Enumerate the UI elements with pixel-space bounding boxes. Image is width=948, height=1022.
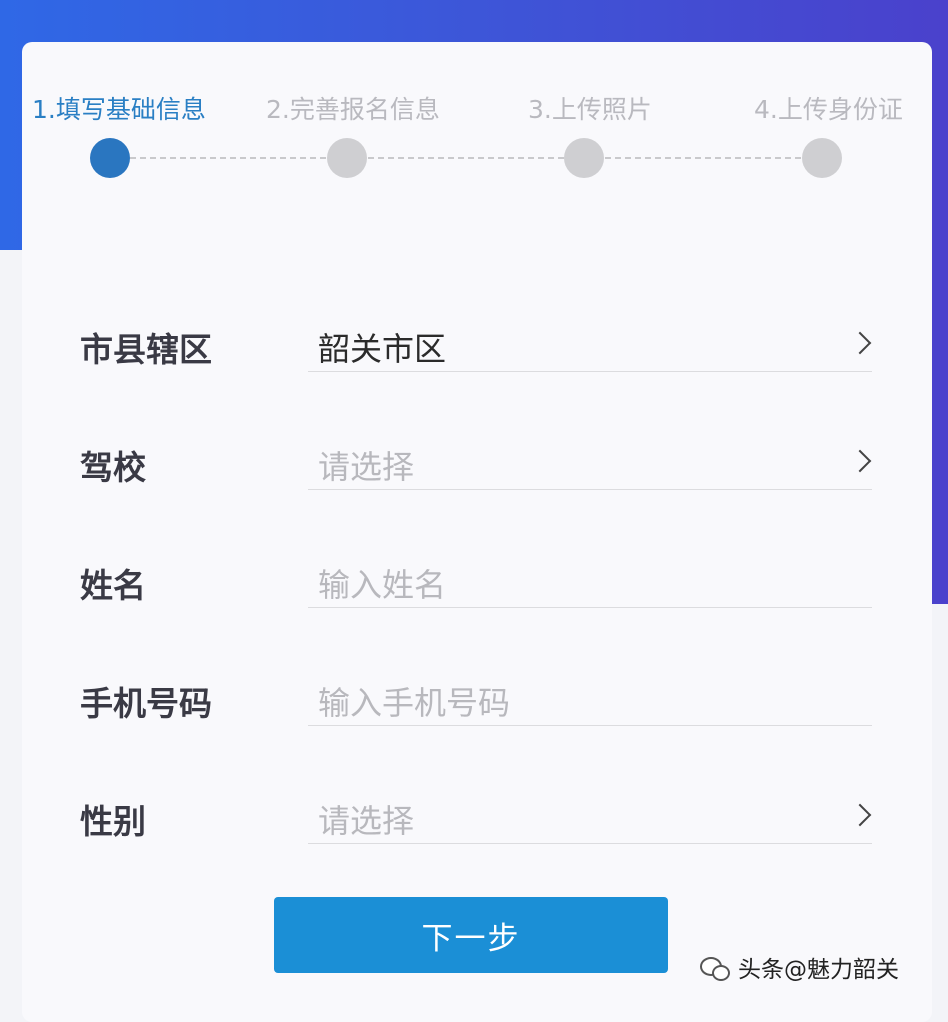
step-connector-3 [605,157,801,159]
step-connector-1 [130,157,326,159]
form-card [22,42,932,1022]
step-dot-3 [564,138,604,178]
gender-select[interactable]: 请选择 [318,796,414,842]
step-dot-1 [90,138,130,178]
school-underline [308,489,872,490]
name-input[interactable]: 输入姓名 [318,560,446,606]
next-step-button[interactable]: 下一步 [274,897,668,973]
school-label: 驾校 [80,448,146,487]
watermark-text: 头条@魅力韶关 [738,957,899,983]
district-underline [308,371,872,372]
step-label-upload-id: 4.上传身份证 [754,95,903,124]
district-label: 市县辖区 [80,330,212,369]
phone-label: 手机号码 [80,684,212,723]
step-dot-2 [327,138,367,178]
step-connector-2 [368,157,564,159]
name-underline [308,607,872,608]
gender-label: 性别 [80,802,146,841]
step-label-basic-info: 1.填写基础信息 [32,95,206,124]
gender-underline [308,843,872,844]
left-fold-corner [0,256,22,276]
phone-input[interactable]: 输入手机号码 [318,678,510,724]
school-select[interactable]: 请选择 [318,442,414,488]
watermark: 头条@魅力韶关 [700,950,899,984]
phone-underline [308,725,872,726]
left-fold-decoration [0,250,22,1004]
step-label-upload-photo: 3.上传照片 [528,95,652,124]
step-dot-4 [802,138,842,178]
chat-bubble-icon [700,955,730,981]
district-select[interactable]: 韶关市区 [318,324,446,370]
name-label: 姓名 [80,566,146,605]
step-label-complete-info: 2.完善报名信息 [266,95,440,124]
